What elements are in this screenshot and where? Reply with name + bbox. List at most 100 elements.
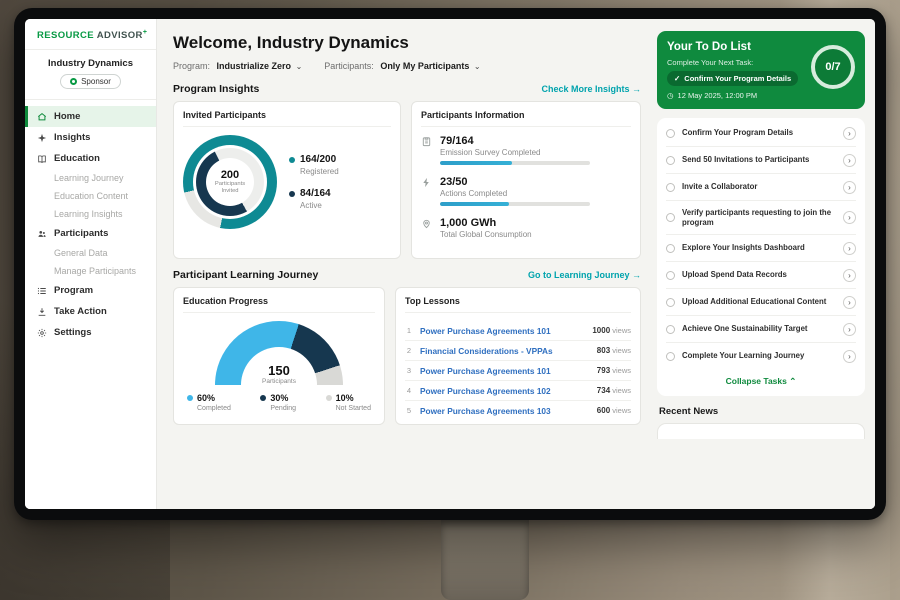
sidebar-item-manage-participants[interactable]: Manage Participants	[25, 262, 156, 280]
lesson-views-label: views	[610, 366, 631, 375]
sidebar-item-program[interactable]: Program	[25, 280, 156, 301]
sidebar-item-home[interactable]: Home	[25, 106, 156, 127]
task-checkbox[interactable]	[666, 271, 675, 280]
lesson-link[interactable]: Power Purchase Agreements 102	[420, 386, 590, 396]
check-icon: ✓	[674, 74, 680, 83]
sidebar-item-take-action[interactable]: Take Action	[25, 301, 156, 322]
invited-participants-card: Invited Participants 200 Participants In…	[173, 101, 401, 259]
lesson-views-label: views	[610, 346, 631, 355]
lesson-views: 793	[597, 366, 610, 375]
lesson-link[interactable]: Power Purchase Agreements 101	[420, 326, 585, 336]
sidebar-item-label: Take Action	[54, 306, 107, 317]
sidebar-item-label: Home	[54, 111, 80, 122]
task-row[interactable]: Upload Additional Educational Content ›	[666, 289, 856, 316]
program-filter[interactable]: Program: Industrialize Zero ⌄	[173, 61, 302, 71]
next-task-pill[interactable]: ✓ Confirm Your Program Details	[667, 71, 798, 86]
legend-value: 60%	[197, 393, 215, 403]
education-legend: 60% Completed 30% Pending 10% Not Starte…	[183, 385, 375, 412]
survey-icon	[421, 136, 432, 147]
task-checkbox[interactable]	[666, 352, 675, 361]
task-label: Achieve One Sustainability Target	[682, 324, 836, 334]
chevron-right-icon[interactable]: ›	[843, 154, 856, 167]
logo-primary: RESOURCE	[37, 30, 94, 41]
legend-label: Pending	[270, 405, 296, 412]
task-checkbox[interactable]	[666, 156, 675, 165]
task-checkbox[interactable]	[666, 183, 675, 192]
sidebar-item-general-data[interactable]: General Data	[25, 244, 156, 262]
task-row[interactable]: Confirm Your Program Details ›	[666, 120, 856, 147]
app-logo: RESOURCE ADVISOR+	[25, 29, 156, 50]
lesson-link[interactable]: Power Purchase Agreements 103	[420, 406, 590, 416]
legend-value: 164/200	[300, 154, 336, 165]
sponsor-icon	[70, 78, 77, 85]
lesson-views: 1000	[592, 326, 610, 335]
sidebar-item-label: Program	[54, 285, 93, 296]
task-row[interactable]: Upload Spend Data Records ›	[666, 262, 856, 289]
filter-bar: Program: Industrialize Zero ⌄ Participan…	[173, 61, 641, 71]
task-row[interactable]: Achieve One Sustainability Target ›	[666, 316, 856, 343]
donut-center: 200 Participants Invited	[206, 158, 254, 206]
stat-label: Emission Survey Completed	[440, 148, 590, 157]
task-row[interactable]: Verify participants requesting to join t…	[666, 201, 856, 235]
lesson-row: 4 Power Purchase Agreements 102 734 view…	[405, 381, 631, 401]
sidebar-item-label: Insights	[54, 132, 90, 143]
sidebar-nav: Home Insights Education Learning Journey…	[25, 106, 156, 343]
chevron-right-icon[interactable]: ›	[843, 211, 856, 224]
check-more-insights-link[interactable]: Check More Insights →	[541, 84, 641, 94]
lesson-rank: 1	[405, 326, 413, 335]
gauge-center-label: Participants	[215, 378, 343, 385]
chevron-right-icon[interactable]: ›	[843, 127, 856, 140]
lesson-row: 5 Power Purchase Agreements 103 600 view…	[405, 401, 631, 420]
chevron-down-icon: ⌄	[474, 62, 481, 71]
program-filter-value[interactable]: Industrialize Zero	[217, 61, 292, 71]
participants-filter[interactable]: Participants: Only My Participants ⌄	[324, 61, 480, 71]
card-title: Invited Participants	[183, 110, 391, 127]
chevron-right-icon[interactable]: ›	[843, 181, 856, 194]
sidebar-item-participants[interactable]: Participants	[25, 223, 156, 244]
task-row[interactable]: Complete Your Learning Journey ›	[666, 343, 856, 369]
participants-filter-value[interactable]: Only My Participants	[380, 61, 469, 71]
sidebar-item-learning-insights[interactable]: Learning Insights	[25, 205, 156, 223]
lesson-link[interactable]: Power Purchase Agreements 101	[420, 366, 590, 376]
program-filter-label: Program:	[173, 61, 210, 71]
task-checkbox[interactable]	[666, 213, 675, 222]
task-row[interactable]: Explore Your Insights Dashboard ›	[666, 235, 856, 262]
sidebar: RESOURCE ADVISOR+ Industry Dynamics Spon…	[25, 19, 157, 509]
todo-panel: Your To Do List Complete Your Next Task:…	[653, 19, 875, 509]
chevron-right-icon[interactable]: ›	[843, 350, 856, 363]
todo-counter-badge: 0/7	[811, 45, 855, 89]
collapse-tasks-link[interactable]: Collapse Tasks ⌃	[666, 369, 856, 392]
lesson-rank: 3	[405, 366, 413, 375]
lesson-rank: 2	[405, 346, 413, 355]
task-checkbox[interactable]	[666, 129, 675, 138]
lesson-link[interactable]: Financial Considerations - VPPAs	[420, 346, 590, 356]
task-checkbox[interactable]	[666, 298, 675, 307]
task-checkbox[interactable]	[666, 244, 675, 253]
legend-value: 30%	[270, 393, 288, 403]
sponsor-badge[interactable]: Sponsor	[60, 74, 121, 89]
lesson-views: 600	[597, 406, 610, 415]
sidebar-item-insights[interactable]: Insights	[25, 127, 156, 148]
go-to-learning-journey-link[interactable]: Go to Learning Journey →	[528, 270, 641, 280]
participants-filter-label: Participants:	[324, 61, 374, 71]
chevron-right-icon[interactable]: ›	[843, 296, 856, 309]
program-icon	[37, 286, 47, 296]
recent-news-title: Recent News	[659, 406, 865, 417]
task-row[interactable]: Send 50 Invitations to Participants ›	[666, 147, 856, 174]
sidebar-item-label: Education	[54, 153, 100, 164]
task-row[interactable]: Invite a Collaborator ›	[666, 174, 856, 201]
education-icon	[37, 154, 47, 164]
chevron-right-icon[interactable]: ›	[843, 242, 856, 255]
progress-fill	[440, 202, 509, 206]
page-title: Welcome, Industry Dynamics	[173, 33, 641, 53]
sidebar-item-settings[interactable]: Settings	[25, 322, 156, 343]
stat-value: 79/164	[440, 135, 590, 147]
learning-journey-header: Participant Learning Journey Go to Learn…	[173, 269, 641, 281]
sidebar-item-education[interactable]: Education	[25, 148, 156, 169]
sidebar-item-education-content[interactable]: Education Content	[25, 187, 156, 205]
chevron-right-icon[interactable]: ›	[843, 269, 856, 282]
task-checkbox[interactable]	[666, 325, 675, 334]
chevron-right-icon[interactable]: ›	[843, 323, 856, 336]
sidebar-item-learning-journey[interactable]: Learning Journey	[25, 169, 156, 187]
education-progress-card: Education Progress 150 Participants 60% …	[173, 287, 385, 425]
